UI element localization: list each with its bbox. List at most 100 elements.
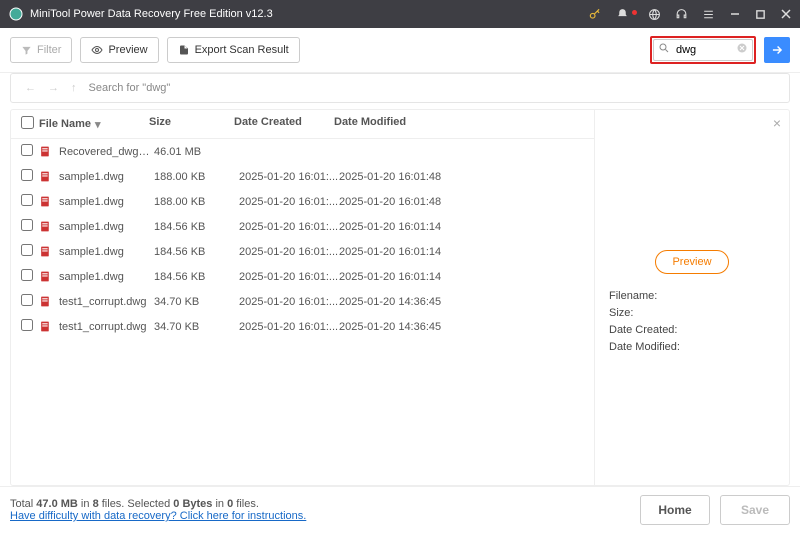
detail-size: Size: xyxy=(609,307,775,319)
detail-date-created: Date Created: xyxy=(609,324,775,336)
file-size: 184.56 KB xyxy=(154,221,239,233)
statusbar: Total 47.0 MB in 8 files. Selected 0 Byt… xyxy=(0,486,800,533)
row-checkbox[interactable] xyxy=(21,269,33,281)
nav-back-icon[interactable]: ← xyxy=(25,82,36,94)
search-icon xyxy=(658,41,670,59)
panel-close-icon[interactable]: × xyxy=(773,115,781,131)
side-preview-button[interactable]: Preview xyxy=(655,250,728,274)
export-button[interactable]: Export Scan Result xyxy=(167,37,300,63)
file-name: test1_corrupt.dwg xyxy=(59,321,154,333)
file-icon xyxy=(39,145,55,158)
help-link[interactable]: Have difficulty with data recovery? Clic… xyxy=(10,510,306,522)
nav-up-icon[interactable]: ↑ xyxy=(71,82,77,94)
minimize-icon[interactable] xyxy=(729,8,741,20)
file-date-created: 2025-01-20 16:01:... xyxy=(239,271,339,283)
close-icon[interactable] xyxy=(780,8,792,20)
file-size: 34.70 KB xyxy=(154,321,239,333)
file-icon xyxy=(39,270,55,283)
file-date-created: 2025-01-20 16:01:... xyxy=(239,221,339,233)
key-icon[interactable] xyxy=(588,7,602,21)
file-date-created: 2025-01-20 16:01:... xyxy=(239,296,339,308)
col-date-created[interactable]: Date Created xyxy=(234,116,334,132)
clear-search-icon[interactable] xyxy=(736,41,748,59)
file-date-created: 2025-01-20 16:01:... xyxy=(239,196,339,208)
row-checkbox[interactable] xyxy=(21,219,33,231)
file-size: 34.70 KB xyxy=(154,296,239,308)
file-icon xyxy=(39,220,55,233)
search-go-button[interactable] xyxy=(764,37,790,63)
file-icon xyxy=(39,170,55,183)
detail-date-modified: Date Modified: xyxy=(609,341,775,353)
table-row[interactable]: sample1.dwg184.56 KB2025-01-20 16:01:...… xyxy=(11,264,594,289)
file-date-modified: 2025-01-20 16:01:14 xyxy=(339,271,584,283)
file-date-created: 2025-01-20 16:01:... xyxy=(239,246,339,258)
select-all-checkbox[interactable] xyxy=(21,116,34,129)
filter-button[interactable]: Filter xyxy=(10,37,72,63)
search-box xyxy=(650,36,756,64)
globe-icon[interactable] xyxy=(648,8,661,21)
col-name[interactable]: File Name▾ xyxy=(39,116,149,132)
file-date-modified: 2025-01-20 16:01:14 xyxy=(339,246,584,258)
window-title: MiniTool Power Data Recovery Free Editio… xyxy=(30,8,588,20)
row-checkbox[interactable] xyxy=(21,144,33,156)
row-checkbox[interactable] xyxy=(21,244,33,256)
file-name: Recovered_dwg_f... xyxy=(59,146,154,158)
maximize-icon[interactable] xyxy=(755,9,766,20)
content: File Name▾ Size Date Created Date Modifi… xyxy=(10,109,790,486)
file-name: sample1.dwg xyxy=(59,171,154,183)
file-date-modified: 2025-01-20 16:01:48 xyxy=(339,196,584,208)
detail-filename: Filename: xyxy=(609,290,775,302)
table-header: File Name▾ Size Date Created Date Modifi… xyxy=(11,110,594,139)
titlebar: MiniTool Power Data Recovery Free Editio… xyxy=(0,0,800,28)
toolbar: Filter Preview Export Scan Result xyxy=(0,28,800,73)
row-checkbox[interactable] xyxy=(21,294,33,306)
row-checkbox[interactable] xyxy=(21,194,33,206)
bell-icon[interactable] xyxy=(616,8,634,21)
file-name: sample1.dwg xyxy=(59,246,154,258)
status-info: Total 47.0 MB in 8 files. Selected 0 Byt… xyxy=(10,498,306,522)
breadcrumb-path: Search for "dwg" xyxy=(89,82,171,94)
headset-icon[interactable] xyxy=(675,8,688,21)
table-row[interactable]: Recovered_dwg_f...46.01 MB xyxy=(11,139,594,164)
table-row[interactable]: test1_corrupt.dwg34.70 KB2025-01-20 16:0… xyxy=(11,314,594,339)
side-panel: × Preview Filename: Size: Date Created: … xyxy=(594,110,789,485)
file-size: 184.56 KB xyxy=(154,246,239,258)
file-size: 184.56 KB xyxy=(154,271,239,283)
table-row[interactable]: sample1.dwg184.56 KB2025-01-20 16:01:...… xyxy=(11,214,594,239)
file-date-created: 2025-01-20 16:01:... xyxy=(239,321,339,333)
file-date-modified: 2025-01-20 16:01:14 xyxy=(339,221,584,233)
nav-forward-icon[interactable]: → xyxy=(48,82,59,94)
file-date-modified: 2025-01-20 16:01:48 xyxy=(339,171,584,183)
col-date-modified[interactable]: Date Modified xyxy=(334,116,584,132)
file-name: sample1.dwg xyxy=(59,271,154,283)
table-body: Recovered_dwg_f...46.01 MBsample1.dwg188… xyxy=(11,139,594,485)
file-size: 188.00 KB xyxy=(154,171,239,183)
file-date-modified: 2025-01-20 14:36:45 xyxy=(339,321,584,333)
menu-icon[interactable] xyxy=(702,8,715,21)
table-row[interactable]: sample1.dwg188.00 KB2025-01-20 16:01:...… xyxy=(11,189,594,214)
row-checkbox[interactable] xyxy=(21,319,33,331)
file-table: File Name▾ Size Date Created Date Modifi… xyxy=(11,110,594,485)
table-row[interactable]: test1_corrupt.dwg34.70 KB2025-01-20 16:0… xyxy=(11,289,594,314)
file-date-created: 2025-01-20 16:01:... xyxy=(239,171,339,183)
row-checkbox[interactable] xyxy=(21,169,33,181)
file-name: sample1.dwg xyxy=(59,196,154,208)
home-button[interactable]: Home xyxy=(640,495,710,525)
save-button[interactable]: Save xyxy=(720,495,790,525)
file-icon xyxy=(39,295,55,308)
app-logo-icon xyxy=(8,6,24,22)
table-row[interactable]: sample1.dwg184.56 KB2025-01-20 16:01:...… xyxy=(11,239,594,264)
chevron-down-icon: ▾ xyxy=(95,118,101,131)
file-icon xyxy=(39,245,55,258)
file-name: sample1.dwg xyxy=(59,221,154,233)
file-icon xyxy=(39,195,55,208)
file-size: 46.01 MB xyxy=(154,146,239,158)
table-row[interactable]: sample1.dwg188.00 KB2025-01-20 16:01:...… xyxy=(11,164,594,189)
col-size[interactable]: Size xyxy=(149,116,234,132)
file-name: test1_corrupt.dwg xyxy=(59,296,154,308)
file-date-modified: 2025-01-20 14:36:45 xyxy=(339,296,584,308)
breadcrumb: ← → ↑ Search for "dwg" xyxy=(10,73,790,103)
file-size: 188.00 KB xyxy=(154,196,239,208)
file-icon xyxy=(39,320,55,333)
preview-button[interactable]: Preview xyxy=(80,37,158,63)
